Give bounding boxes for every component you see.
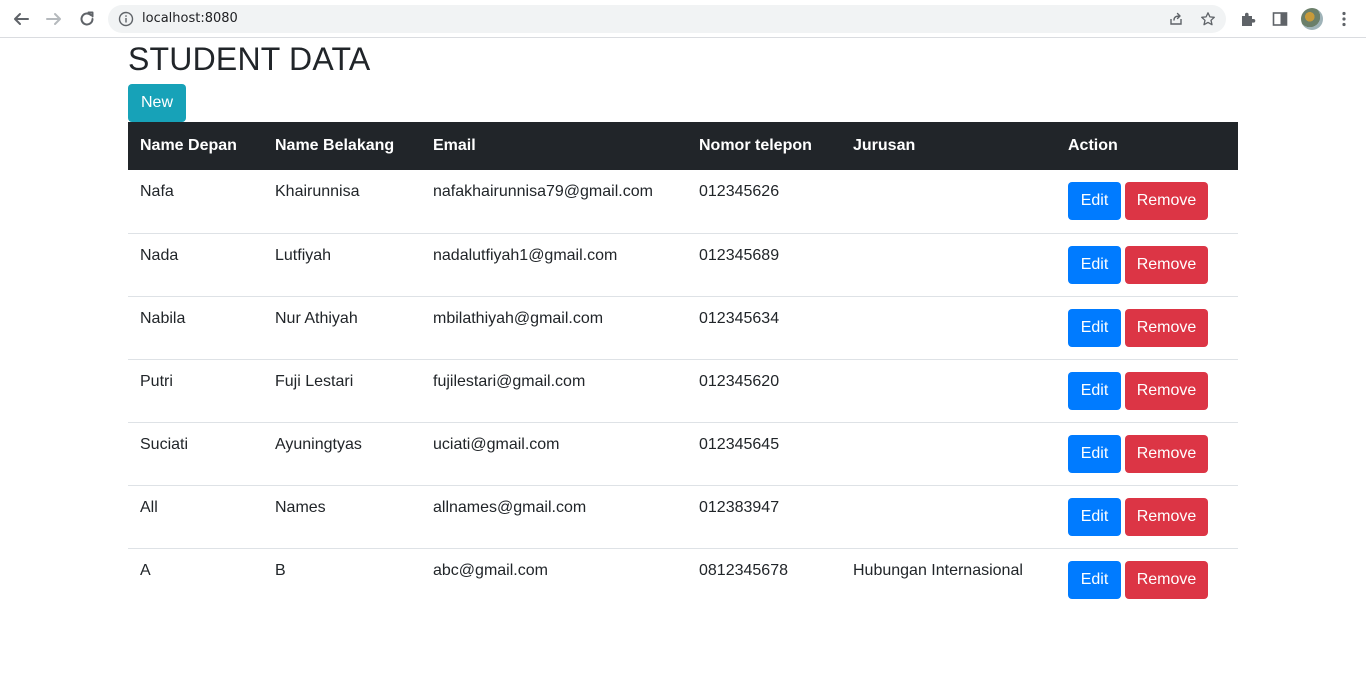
cell-actions: Edit Remove	[1056, 485, 1238, 549]
cell-first-name: Putri	[128, 359, 263, 423]
remove-button[interactable]: Remove	[1125, 560, 1208, 599]
cell-last-name: B	[275, 561, 286, 579]
more-menu-icon[interactable]	[1335, 10, 1353, 28]
student-table: Name Depan Name Belakang Email Nomor tel…	[128, 122, 1238, 611]
cell-email: allnames@gmail.com	[421, 485, 687, 549]
cell-phone: 012383947	[687, 485, 841, 549]
cell-phone: 012345620	[687, 359, 841, 423]
edit-button[interactable]: Edit	[1068, 371, 1121, 410]
bookmark-star-icon[interactable]	[1200, 11, 1216, 27]
cell-last-name: Khairunnisa	[263, 170, 421, 234]
header-first-name: Name Depan	[128, 122, 263, 170]
header-last-name: Name Belakang	[263, 122, 421, 170]
cell-phone: 012345689	[687, 233, 841, 297]
remove-button[interactable]: Remove	[1125, 182, 1208, 220]
share-icon[interactable]	[1168, 11, 1184, 27]
cell-major: Hubungan Internasional	[853, 561, 1023, 579]
cell-last-name: Ayuningtyas	[263, 422, 421, 486]
cell-phone: 012345626	[687, 170, 841, 234]
cell-major	[841, 170, 1056, 234]
cell-email: nafakhairunnisa79@gmail.com	[421, 170, 687, 234]
cell-actions: Edit Remove	[1056, 296, 1238, 360]
edit-button[interactable]: Edit	[1068, 182, 1121, 220]
cell-email: nadalutfiyah1@gmail.com	[421, 233, 687, 297]
table-row: Nabila Nur Athiyah mbilathiyah@gmail.com…	[128, 296, 1238, 360]
remove-button[interactable]: Remove	[1125, 434, 1208, 473]
cell-actions: Edit Remove	[1056, 233, 1238, 297]
cell-first-name: Nafa	[128, 170, 263, 234]
cell-major	[841, 233, 1056, 297]
back-arrow-icon[interactable]	[9, 7, 33, 31]
cell-last-name: Fuji Lestari	[263, 359, 421, 423]
remove-button[interactable]: Remove	[1125, 245, 1208, 284]
cell-last-name: Names	[263, 485, 421, 549]
cell-email: fujilestari@gmail.com	[421, 359, 687, 423]
header-email: Email	[421, 122, 687, 170]
address-bar[interactable]: localhost:8080	[108, 5, 1226, 33]
extensions-puzzle-icon[interactable]	[1239, 10, 1257, 28]
remove-button[interactable]: Remove	[1125, 497, 1208, 536]
cell-actions: Edit Remove	[1056, 548, 1238, 611]
header-action: Action	[1056, 122, 1238, 170]
header-phone: Nomor telepon	[687, 122, 841, 170]
cell-phone: 012345645	[687, 422, 841, 486]
edit-button[interactable]: Edit	[1068, 497, 1121, 536]
table-header: Name Depan Name Belakang Email Nomor tel…	[128, 122, 1238, 170]
cell-major	[841, 296, 1056, 360]
cell-actions: Edit Remove	[1056, 170, 1238, 234]
cell-major	[841, 485, 1056, 549]
cell-first-name: All	[128, 485, 263, 549]
table-row: Nafa Khairunnisa nafakhairunnisa79@gmail…	[128, 170, 1238, 234]
edit-button[interactable]: Edit	[1068, 560, 1121, 599]
cell-first-name: Suciati	[128, 422, 263, 486]
cell-actions: Edit Remove	[1056, 359, 1238, 423]
forward-arrow-icon[interactable]	[42, 7, 66, 31]
cell-phone: 0812345678	[699, 561, 788, 579]
table-row: Suciati Ayuningtyas uciati@gmail.com 012…	[128, 422, 1238, 486]
profile-avatar[interactable]	[1301, 8, 1323, 30]
browser-toolbar: localhost:8080	[0, 0, 1366, 38]
table-row: Putri Fuji Lestari fujilestari@gmail.com…	[128, 359, 1238, 423]
table-row: Nada Lutfiyah nadalutfiyah1@gmail.com 01…	[128, 233, 1238, 297]
cell-email: mbilathiyah@gmail.com	[421, 296, 687, 360]
cell-last-name: Lutfiyah	[263, 233, 421, 297]
new-student-button[interactable]: New	[128, 84, 186, 122]
edit-button[interactable]: Edit	[1068, 245, 1121, 284]
cell-first-name: Nada	[128, 233, 263, 297]
cell-major	[841, 359, 1056, 423]
cell-last-name: Nur Athiyah	[263, 296, 421, 360]
cell-first-name: A	[140, 561, 151, 579]
cell-email: abc@gmail.com	[433, 561, 548, 579]
remove-button[interactable]: Remove	[1125, 308, 1208, 347]
site-info-icon[interactable]	[118, 11, 134, 27]
cell-first-name: Nabila	[128, 296, 263, 360]
cell-major	[841, 422, 1056, 486]
table-body: Nafa Khairunnisa nafakhairunnisa79@gmail…	[128, 170, 1238, 611]
reload-icon[interactable]	[75, 7, 99, 31]
edit-button[interactable]: Edit	[1068, 434, 1121, 473]
table-row: A B abc@gmail.com 0812345678 Hubungan In…	[128, 548, 1238, 611]
side-panel-icon[interactable]	[1271, 10, 1289, 28]
page-title: STUDENT DATA	[128, 41, 371, 77]
cell-phone: 012345634	[687, 296, 841, 360]
cell-email: uciati@gmail.com	[421, 422, 687, 486]
remove-button[interactable]: Remove	[1125, 371, 1208, 410]
edit-button[interactable]: Edit	[1068, 308, 1121, 347]
header-major: Jurusan	[841, 122, 1056, 170]
table-row: All Names allnames@gmail.com 012383947 E…	[128, 485, 1238, 549]
cell-actions: Edit Remove	[1056, 422, 1238, 486]
url-text[interactable]: localhost:8080	[142, 11, 238, 26]
